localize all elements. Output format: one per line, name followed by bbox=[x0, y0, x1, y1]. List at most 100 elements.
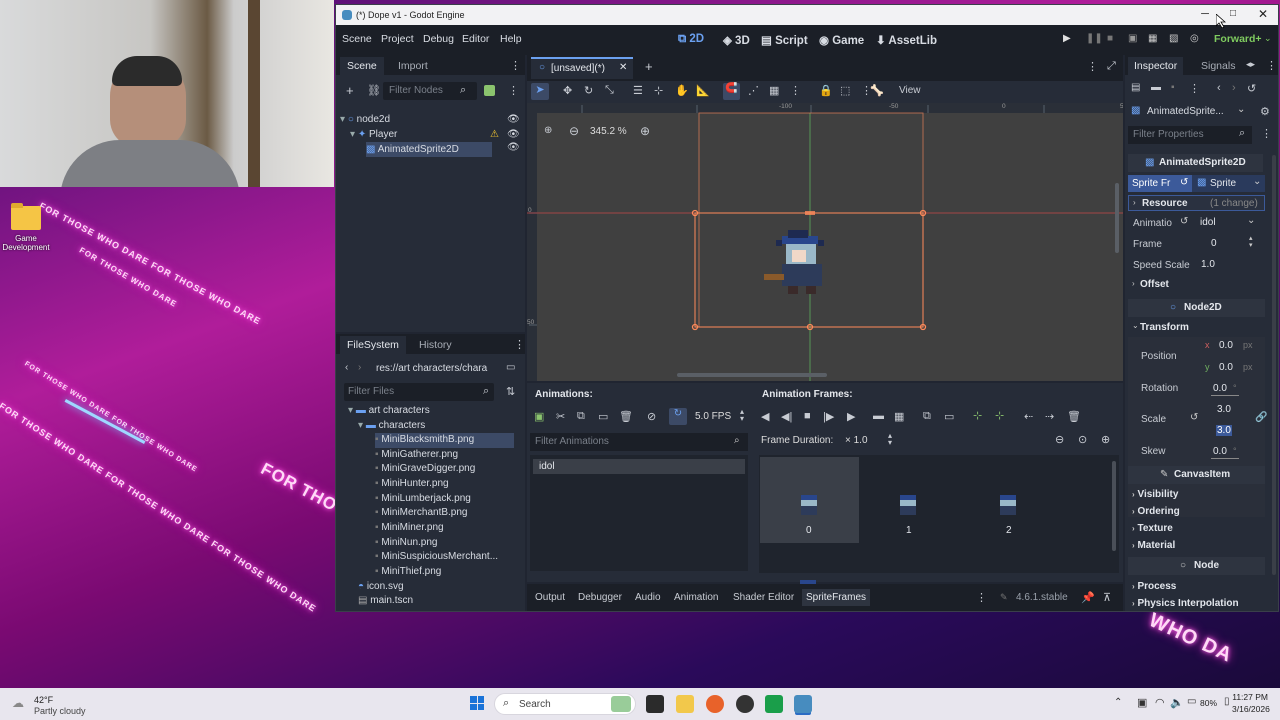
add-animation-icon[interactable]: ▣ bbox=[534, 410, 544, 423]
sprite-frames-row[interactable]: Sprite Fr ↺ ▩ Sprite ⌄ bbox=[1128, 175, 1265, 192]
workspace-game-button[interactable]: ◉ Game bbox=[819, 33, 864, 47]
position-x-field[interactable]: x 0.0 px bbox=[1203, 337, 1261, 355]
paste-icon[interactable]: ▭ bbox=[598, 410, 608, 423]
pan-mode-icon[interactable]: ✋ bbox=[675, 84, 689, 97]
save-resource-icon[interactable]: ▪ bbox=[1171, 82, 1175, 93]
filter-animations-input[interactable]: Filter Animations ⌕ bbox=[530, 433, 748, 451]
dock-menu-icon[interactable]: ⋮ bbox=[1266, 59, 1277, 72]
dock-menu-icon[interactable]: ⋮ bbox=[510, 59, 521, 72]
pivot-mode-icon[interactable]: ⊹ bbox=[654, 84, 663, 97]
move-right-icon[interactable]: ⇢ bbox=[1045, 410, 1054, 423]
class-header-canvasitem[interactable]: ✎ CanvasItem bbox=[1128, 466, 1265, 484]
play-custom-icon[interactable]: ▧ bbox=[1169, 33, 1178, 44]
file-row[interactable]: ▪ MiniLumberjack.png bbox=[375, 492, 471, 507]
menu-scene[interactable]: Scene bbox=[342, 33, 372, 45]
class-header-node[interactable]: ○ Node bbox=[1128, 557, 1265, 575]
filter-files-input[interactable]: Filter Files bbox=[344, 383, 494, 401]
desktop-icon-game-development[interactable]: Game Development bbox=[0, 203, 52, 252]
panel-menu-icon[interactable]: ⋮ bbox=[976, 591, 987, 604]
tab-history[interactable]: History bbox=[419, 339, 452, 351]
copy-frame-icon[interactable]: ⧉ bbox=[923, 410, 931, 423]
select-mode-icon[interactable]: ➤ bbox=[531, 83, 549, 100]
play-icon[interactable]: |▶ bbox=[823, 410, 834, 423]
copy-icon[interactable]: ⧉ bbox=[577, 410, 585, 423]
tab-animation[interactable]: Animation bbox=[674, 592, 718, 603]
chevron-up-icon[interactable]: ⌃ bbox=[1114, 697, 1122, 708]
bone-icon[interactable]: 🦴 bbox=[870, 84, 884, 97]
file-explorer-icon[interactable] bbox=[676, 695, 694, 713]
file-row[interactable]: ◓ icon.svg bbox=[358, 580, 404, 595]
obs-icon[interactable] bbox=[736, 695, 754, 713]
move-left-icon[interactable]: ⇠ bbox=[1024, 410, 1033, 423]
lock-icon[interactable]: 🔒 bbox=[819, 84, 833, 97]
split-view-icon[interactable]: ▭ bbox=[506, 362, 515, 373]
list-select-icon[interactable]: ☰ bbox=[633, 84, 643, 97]
frames-scrollbar[interactable] bbox=[1112, 461, 1116, 551]
load-sheet-icon[interactable]: ▬ bbox=[873, 410, 884, 422]
warning-icon[interactable]: ⚠ bbox=[490, 127, 499, 142]
renderer-selector[interactable]: Forward+ bbox=[1214, 33, 1262, 45]
delete-icon[interactable]: 🗑 bbox=[619, 410, 633, 423]
skew-field[interactable]: 0.0 ° bbox=[1203, 443, 1261, 461]
sprite-sheet-icon[interactable]: ▦ bbox=[894, 410, 904, 423]
filter-properties-input[interactable]: Filter Properties bbox=[1128, 126, 1252, 144]
inspector-scrollbar[interactable] bbox=[1272, 155, 1276, 575]
new-tab-icon[interactable]: + bbox=[645, 59, 653, 74]
tree-node-node2d[interactable]: ▾ ○ node2d 👁 bbox=[340, 112, 521, 127]
canvas-viewport[interactable]: -100 -50 0 50 0 50 ⊕ ⊖ 345.2 % ⊕ bbox=[527, 103, 1123, 381]
zoom-out-icon[interactable]: ⊖ bbox=[1055, 433, 1064, 446]
scale-y-field[interactable]: 3.0 bbox=[1207, 422, 1247, 440]
folder-row-art-characters[interactable]: ▾ ▬ art characters bbox=[348, 404, 430, 419]
frame-thumbnail[interactable] bbox=[1000, 495, 1016, 515]
tab-spriteframes[interactable]: SpriteFrames bbox=[802, 589, 871, 606]
delete-frame-icon[interactable]: 🗑 bbox=[1067, 410, 1081, 423]
visibility-section[interactable]: › Visibility bbox=[1132, 489, 1178, 500]
pause-icon[interactable]: ❚❚ bbox=[1086, 33, 1103, 44]
taskbar-search[interactable]: ⌕ Search bbox=[494, 693, 636, 715]
center-view-icon[interactable]: ⊕ bbox=[544, 125, 552, 136]
file-row[interactable]: ▪ MiniSuspiciousMerchant... bbox=[375, 550, 498, 565]
frame-thumbnail[interactable] bbox=[900, 495, 916, 515]
link-icon[interactable]: ⛓ bbox=[367, 84, 381, 97]
terminal-icon[interactable] bbox=[765, 695, 783, 713]
file-row[interactable]: ▪ MiniHunter.png bbox=[375, 477, 449, 492]
snap-options-icon[interactable]: ⋮ bbox=[790, 84, 801, 97]
play-from-start-icon[interactable]: ▶ bbox=[847, 410, 855, 423]
group-icon[interactable]: ⬚ bbox=[840, 84, 850, 97]
play-backwards-from-end-icon[interactable]: ◀ bbox=[761, 410, 769, 423]
close-icon[interactable]: ✕ bbox=[1256, 7, 1270, 21]
autoplay-icon[interactable]: ⊘ bbox=[647, 410, 656, 423]
tabs-scroll-icon[interactable]: ◂▸ bbox=[1246, 59, 1255, 70]
stop-icon[interactable]: ■ bbox=[1107, 33, 1113, 44]
workspace-3d-button[interactable]: ◈ 3D bbox=[723, 33, 750, 47]
chevron-down-icon[interactable]: ⌄ bbox=[1253, 176, 1261, 187]
zoom-level[interactable]: 345.2 % bbox=[590, 126, 627, 137]
visibility-eye-icon[interactable]: 👁 bbox=[507, 112, 520, 127]
tab-shader-editor[interactable]: Shader Editor bbox=[733, 592, 794, 603]
class-header-animatedsprite2d[interactable]: ▩ AnimatedSprite2D bbox=[1128, 154, 1263, 172]
workspace-script-button[interactable]: ▤ Script bbox=[761, 33, 808, 47]
scale-mode-icon[interactable]: ⤡ bbox=[605, 84, 614, 97]
script-add-icon[interactable] bbox=[484, 85, 495, 96]
file-row-selected[interactable]: ▪ MiniBlacksmithB.png bbox=[375, 433, 514, 448]
load-resource-icon[interactable]: ▬ bbox=[1151, 82, 1161, 93]
frame-duration-stepper[interactable]: ▴ ▾ bbox=[888, 432, 892, 447]
history-forward-icon[interactable]: › bbox=[1232, 82, 1236, 94]
play-backwards-icon[interactable]: ◀| bbox=[781, 410, 792, 423]
node-help-icon[interactable]: ⚙ bbox=[1260, 105, 1270, 118]
history-back-icon[interactable]: ‹ bbox=[1217, 82, 1221, 94]
texture-section[interactable]: › Texture bbox=[1132, 523, 1173, 534]
tree-node-player[interactable]: ▾ ✦ Player ⚠ 👁 bbox=[350, 127, 521, 142]
revert-icon[interactable]: ↺ bbox=[1180, 216, 1188, 227]
tab-filesystem[interactable]: FileSystem bbox=[340, 336, 406, 354]
fps-stepper[interactable]: ▴ ▾ bbox=[740, 408, 744, 423]
minimize-icon[interactable]: ─ bbox=[1198, 8, 1212, 20]
resource-section[interactable]: › Resource (1 change) bbox=[1128, 195, 1265, 211]
animation-dropdown[interactable]: idol ⌄ bbox=[1195, 214, 1260, 231]
folder-row-characters[interactable]: ▾ ▬ characters bbox=[358, 419, 425, 434]
workspace-2d-button[interactable]: ⧉ 2D bbox=[678, 33, 704, 46]
transform-section[interactable]: ⌄ Transform bbox=[1128, 320, 1265, 336]
zoom-in-icon[interactable]: ⊕ bbox=[640, 124, 650, 138]
resource-menu-icon[interactable]: ⋮ bbox=[1189, 82, 1200, 95]
revert-icon[interactable]: ↺ bbox=[1190, 412, 1198, 423]
